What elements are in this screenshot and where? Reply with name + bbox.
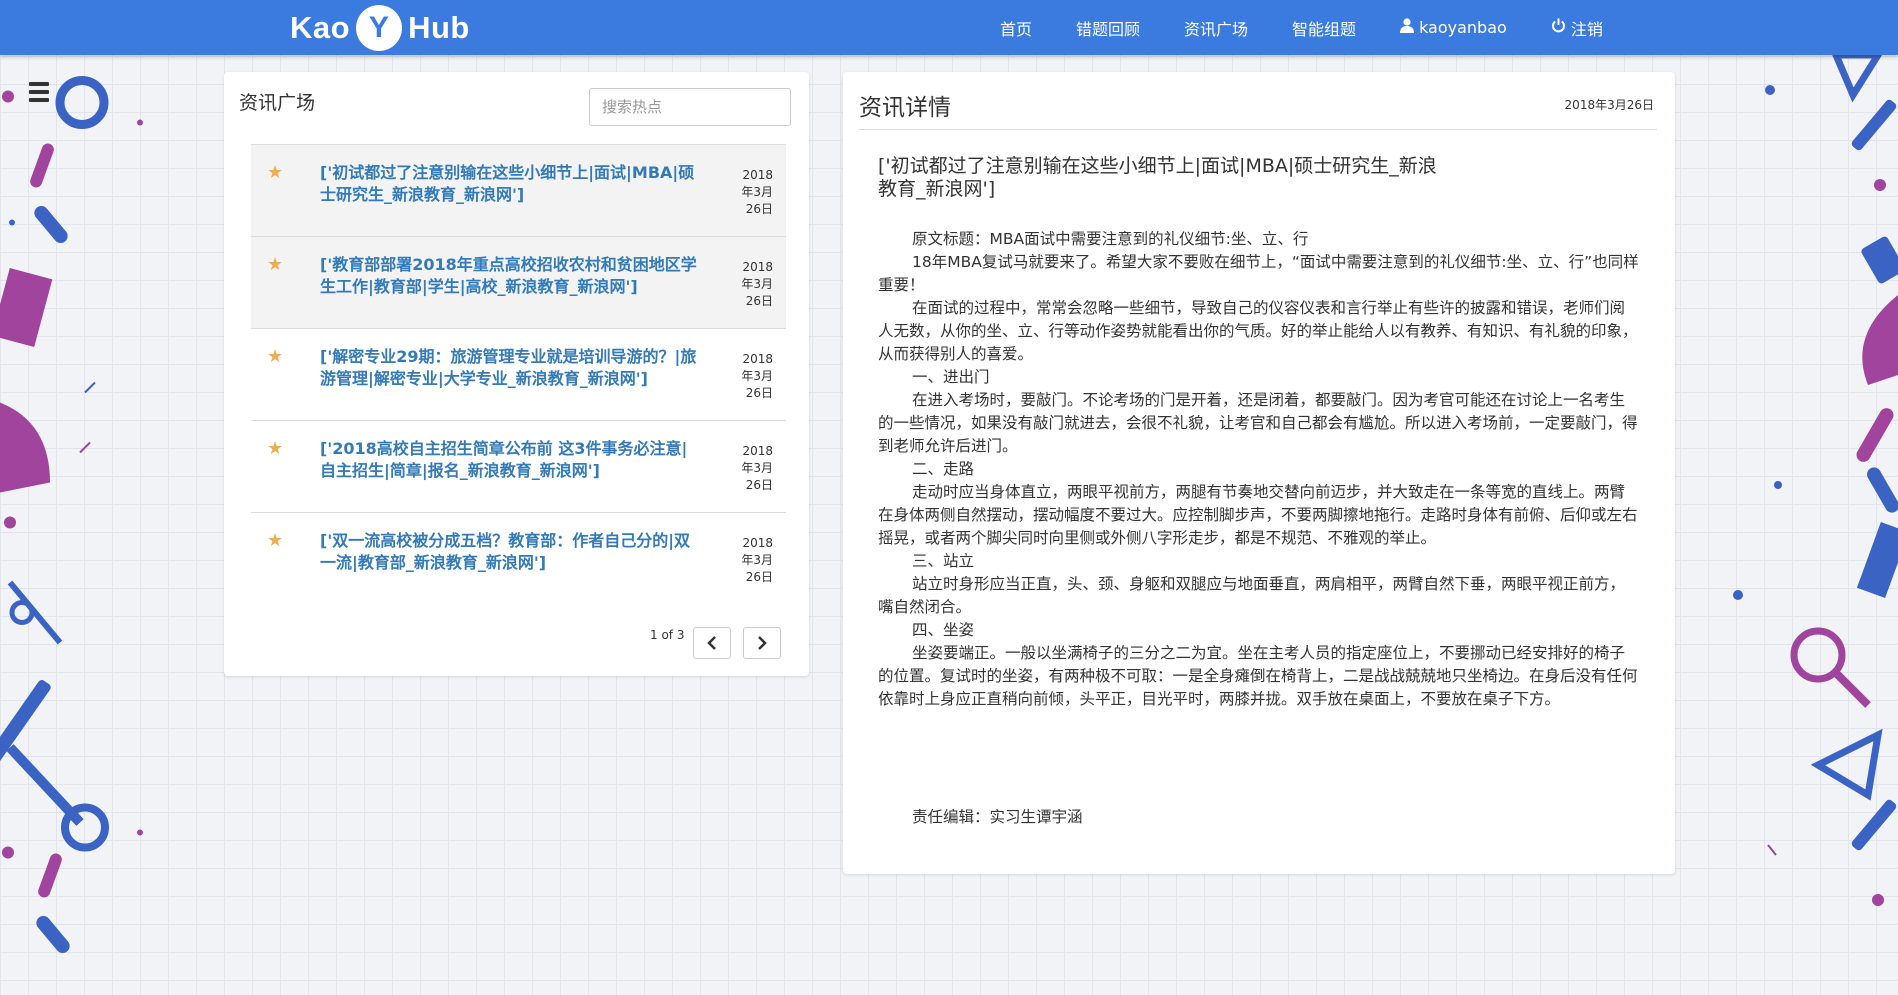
article-paragraph: 三、站立 <box>912 552 975 570</box>
nav-item-label: 错题回顾 <box>1076 19 1141 39</box>
nav-item-logout[interactable]: 注销 <box>1551 16 1603 40</box>
news-date-month: 年3月 <box>741 277 773 291</box>
hamburger-menu-icon[interactable] <box>29 82 49 106</box>
article-title: ['初试都过了注意别输在这些小细节上|面试|MBA|硕士研究生_新浪教育_新浪网… <box>878 155 1437 200</box>
news-date-year: 2018 <box>742 444 773 458</box>
background-decoration-left <box>0 76 143 953</box>
previous-page-button[interactable] <box>693 627 731 659</box>
news-title-link[interactable]: ['双一流高校被分成五档？教育部：作者自己分的|双一流|教育部_新浪教育_新浪网… <box>320 530 700 574</box>
star-icon: ★ <box>267 438 284 459</box>
star-icon: ★ <box>267 346 284 367</box>
divider <box>859 129 1657 130</box>
news-date: 2018 年3月 26日 <box>731 443 773 494</box>
article-paragraph: 四、坐姿 <box>912 621 975 639</box>
nav-item-mistake-review[interactable]: 错题回顾 <box>1076 16 1140 40</box>
list-item[interactable]: ★ ['初试都过了注意别输在这些小细节上|面试|MBA|硕士研究生_新浪教育_新… <box>251 144 786 237</box>
brand-text-right: Hub <box>408 10 470 45</box>
article-editor: 责任编辑：实习生谭宇涵 <box>912 808 1083 826</box>
nav-item-user[interactable]: kaoyanbao <box>1400 18 1507 37</box>
news-list: ★ ['初试都过了注意别输在这些小细节上|面试|MBA|硕士研究生_新浪教育_新… <box>251 144 786 604</box>
news-date-day: 26日 <box>745 294 773 308</box>
star-icon: ★ <box>267 162 284 183</box>
news-date-month: 年3月 <box>741 553 773 567</box>
nav-item-label: 资讯广场 <box>1184 19 1249 39</box>
news-date-year: 2018 <box>742 352 773 366</box>
news-date-day: 26日 <box>745 570 773 584</box>
nav-item-smart-quiz[interactable]: 智能组题 <box>1292 16 1356 40</box>
news-detail-panel: 资讯详情 2018年3月26日 ['初试都过了注意别输在这些小细节上|面试|MB… <box>843 72 1675 874</box>
pagination-status: 1 of 3 <box>650 628 685 642</box>
article-paragraph: 18年MBA复试马就要来了。希望大家不要败在细节上，“面试中需要注意到的礼仪细节… <box>878 253 1639 294</box>
news-date: 2018 年3月 26日 <box>731 351 773 402</box>
article-paragraph: 坐姿要端正。一般以坐满椅子的三分之二为宜。坐在主考人员的指定座位上，不要挪动已经… <box>878 644 1638 708</box>
article-paragraph: 原文标题：MBA面试中需要注意到的礼仪细节:坐、立、行 <box>912 230 1309 248</box>
article-paragraph: 在面试的过程中，常常会忽略一些细节，导致自己的仪容仪表和言行举止有些许的披露和错… <box>878 299 1638 363</box>
news-date: 2018 年3月 26日 <box>731 167 773 218</box>
power-icon <box>1551 18 1566 37</box>
nav-item-label: 注销 <box>1570 19 1603 39</box>
nav-links: 首页 错题回顾 资讯广场 智能组题 kaoyanbao 注销 <box>1000 0 1647 55</box>
news-date-year: 2018 <box>742 168 773 182</box>
article-paragraph: 二、走路 <box>912 460 975 478</box>
news-title-link[interactable]: ['初试都过了注意别输在这些小细节上|面试|MBA|硕士研究生_新浪教育_新浪网… <box>320 162 700 206</box>
news-date-day: 26日 <box>745 478 773 492</box>
article-body: 原文标题：MBA面试中需要注意到的礼仪细节:坐、立、行 18年MBA复试马就要来… <box>878 228 1640 711</box>
news-detail-date: 2018年3月26日 <box>1564 98 1654 112</box>
news-title-link[interactable]: ['教育部部署2018年重点高校招收农村和贫困地区学生工作|教育部|学生|高校_… <box>320 254 700 298</box>
news-detail-title: 资讯详情 <box>859 95 951 121</box>
brand-text-left: Kao <box>290 10 351 45</box>
star-icon: ★ <box>267 254 284 275</box>
news-square-panel: 资讯广场 ★ ['初试都过了注意别输在这些小细节上|面试|MBA|硕士研究生_新… <box>224 72 809 676</box>
nav-item-label: 首页 <box>1000 19 1033 39</box>
chevron-right-icon <box>758 636 767 650</box>
news-title-link[interactable]: ['解密专业29期：旅游管理专业就是培训导游的？|旅游管理|解密专业|大学专业_… <box>320 346 700 390</box>
nav-item-label: 智能组题 <box>1292 19 1357 39</box>
list-item[interactable]: ★ ['双一流高校被分成五档？教育部：作者自己分的|双一流|教育部_新浪教育_新… <box>251 513 786 604</box>
nav-item-home[interactable]: 首页 <box>1000 16 1032 40</box>
news-date-month: 年3月 <box>741 369 773 383</box>
brand-logo-circle: Y <box>356 5 403 51</box>
list-item[interactable]: ★ ['解密专业29期：旅游管理专业就是培训导游的？|旅游管理|解密专业|大学专… <box>251 329 786 421</box>
chevron-left-icon <box>707 636 716 650</box>
news-date-month: 年3月 <box>741 185 773 199</box>
next-page-button[interactable] <box>743 627 781 659</box>
news-date-year: 2018 <box>742 536 773 550</box>
news-date: 2018 年3月 26日 <box>731 535 773 586</box>
article-paragraph: 在进入考场时，要敲门。不论考场的门是开着，还是闭着，都要敲门。因为考官可能还在讨… <box>878 391 1638 455</box>
news-date-month: 年3月 <box>741 461 773 475</box>
news-date-year: 2018 <box>742 260 773 274</box>
list-item[interactable]: ★ ['教育部部署2018年重点高校招收农村和贫困地区学生工作|教育部|学生|高… <box>251 237 786 329</box>
user-icon <box>1400 18 1415 37</box>
background-decoration-right <box>1733 55 1898 906</box>
news-title-link[interactable]: ['2018高校自主招生简章公布前 这3件事务必注意|自主招生|简章|报名_新浪… <box>320 438 700 482</box>
search-input[interactable] <box>589 88 791 126</box>
news-square-title: 资讯广场 <box>239 92 316 114</box>
news-date-day: 26日 <box>745 386 773 400</box>
list-item[interactable]: ★ ['2018高校自主招生简章公布前 这3件事务必注意|自主招生|简章|报名_… <box>251 421 786 513</box>
news-date-day: 26日 <box>745 202 773 216</box>
news-date: 2018 年3月 26日 <box>731 259 773 310</box>
nav-item-label: kaoyanbao <box>1419 18 1507 37</box>
star-icon: ★ <box>267 530 284 551</box>
article-paragraph: 一、进出门 <box>912 368 990 386</box>
top-navbar: Kao Y Hub 首页 错题回顾 资讯广场 智能组题 kaoyanbao 注销 <box>0 0 1898 55</box>
article-paragraph: 站立时身形应当正直，头、颈、身躯和双腿应与地面垂直，两肩相平，两臂自然下垂，两眼… <box>878 575 1626 616</box>
article-paragraph: 走动时应当身体直立，两眼平视前方，两腿有节奏地交替向前迈步，并大致走在一条等宽的… <box>878 483 1638 547</box>
nav-item-news-square[interactable]: 资讯广场 <box>1184 16 1248 40</box>
brand-logo[interactable]: Kao Y Hub <box>290 5 470 51</box>
